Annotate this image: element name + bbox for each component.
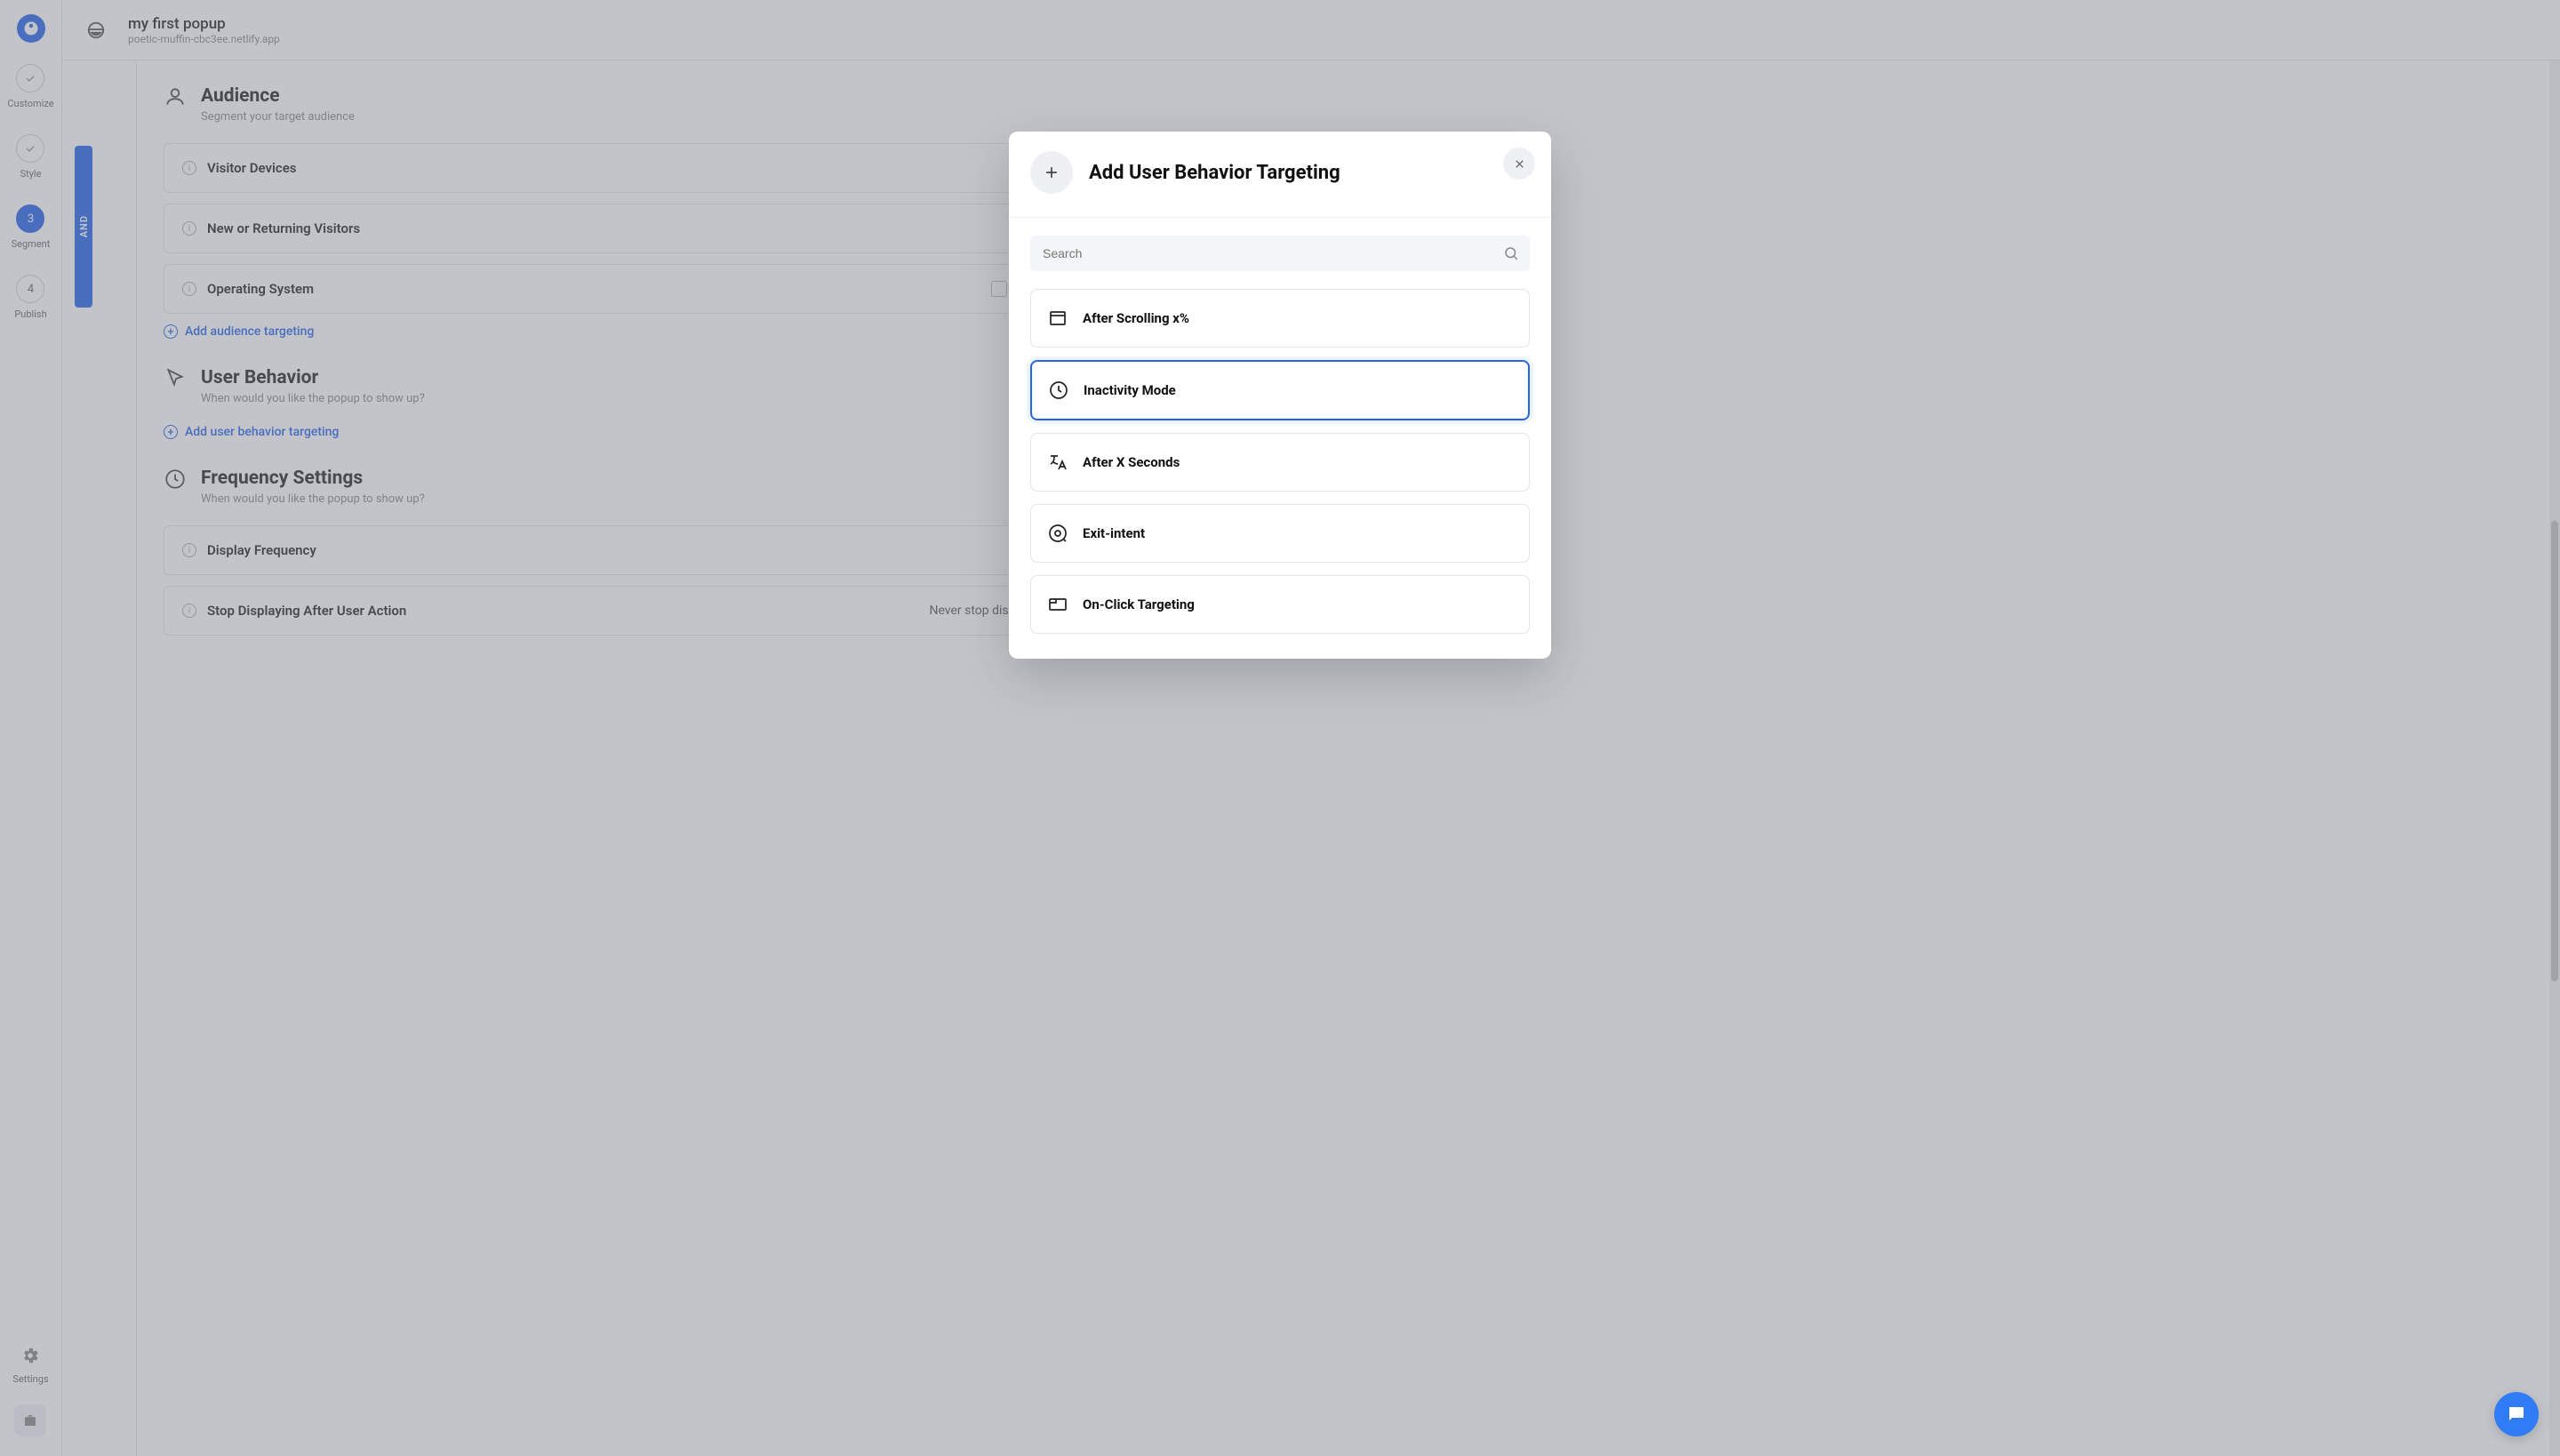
modal-close-button[interactable] xyxy=(1503,148,1535,180)
option-label: Exit-intent xyxy=(1083,525,1145,541)
plus-icon xyxy=(1043,164,1060,181)
search-icon xyxy=(1503,245,1519,261)
modal-divider xyxy=(1009,217,1551,218)
option-on-click-targeting[interactable]: On-Click Targeting xyxy=(1030,575,1530,634)
modal-overlay[interactable]: Add User Behavior Targeting After Scroll… xyxy=(0,0,2560,1456)
modal-search[interactable] xyxy=(1030,236,1530,271)
option-label: Inactivity Mode xyxy=(1084,382,1176,398)
chat-fab[interactable] xyxy=(2494,1392,2539,1436)
tab-icon xyxy=(1047,594,1068,615)
option-label: On-Click Targeting xyxy=(1083,596,1195,612)
modal-title: Add User Behavior Targeting xyxy=(1089,162,1340,184)
option-inactivity-mode[interactable]: Inactivity Mode xyxy=(1030,360,1530,420)
exit-icon xyxy=(1047,523,1068,544)
modal-search-input[interactable] xyxy=(1030,236,1530,271)
option-after-scrolling[interactable]: After Scrolling x% xyxy=(1030,289,1530,348)
chat-icon xyxy=(2506,1404,2527,1425)
option-label: After Scrolling x% xyxy=(1083,310,1189,326)
scroll-icon xyxy=(1047,308,1068,329)
option-label: After X Seconds xyxy=(1083,454,1180,470)
modal-plus-badge xyxy=(1030,151,1073,194)
option-after-x-seconds[interactable]: After X Seconds xyxy=(1030,433,1530,492)
add-behavior-modal: Add User Behavior Targeting After Scroll… xyxy=(1009,132,1551,659)
option-exit-intent[interactable]: Exit-intent xyxy=(1030,504,1530,563)
modal-option-list: After Scrolling x% Inactivity Mode After… xyxy=(1030,289,1530,634)
translate-icon xyxy=(1047,452,1068,473)
clock-icon xyxy=(1048,380,1069,401)
close-icon xyxy=(1513,157,1526,171)
